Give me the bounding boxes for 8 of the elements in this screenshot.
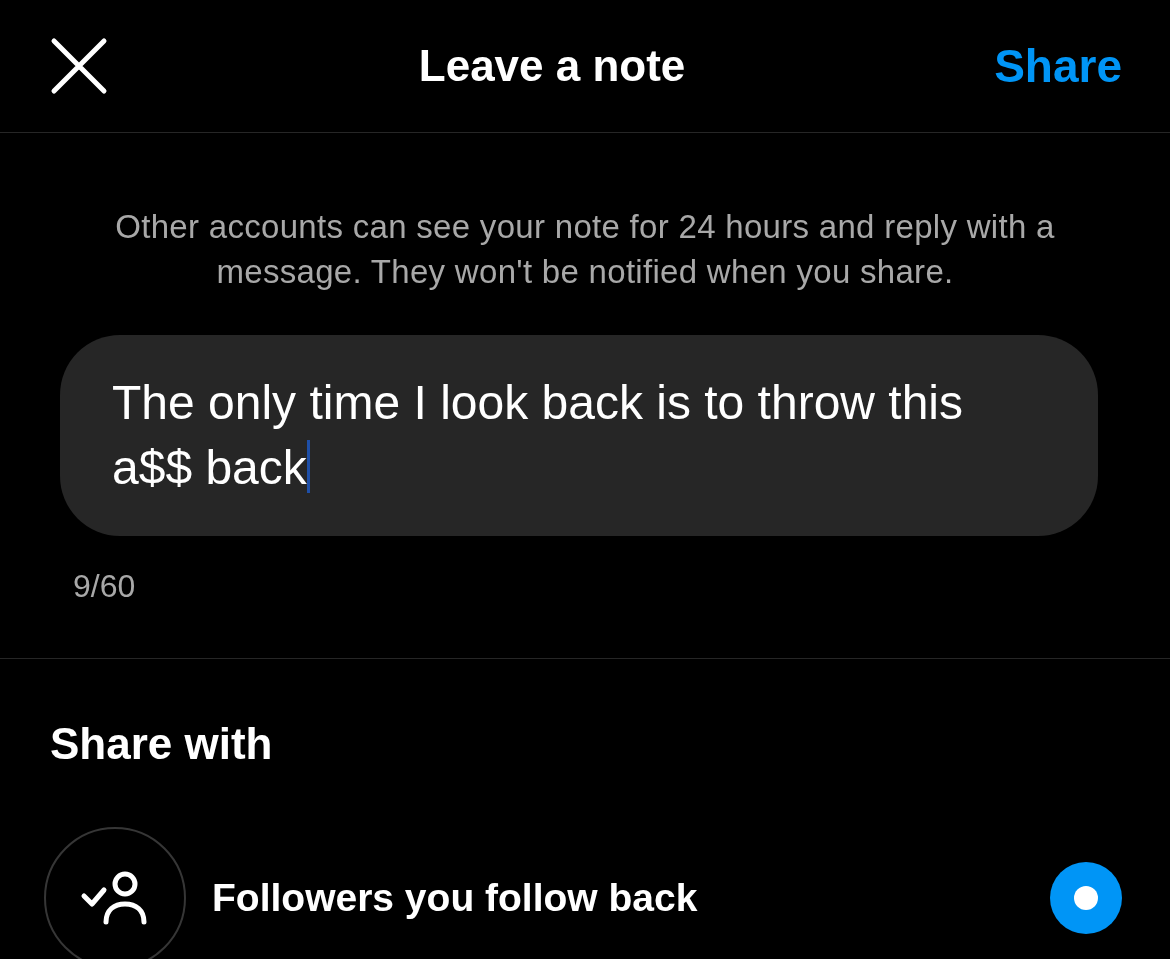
option-label: Followers you follow back xyxy=(212,875,699,922)
screen-title: Leave a note xyxy=(418,40,686,92)
text-cursor xyxy=(306,440,310,494)
section-heading: Share with xyxy=(49,718,274,771)
share-button[interactable]: Share xyxy=(994,31,1122,101)
note-input-field[interactable]: The only time I look back is to throw this a$$ back xyxy=(60,334,1098,537)
character-counter: 9/60 xyxy=(72,567,137,607)
description-text: Other accounts can see your note for 24 hours and reply with a message. They won't be notified when you share. xyxy=(114,207,1056,292)
